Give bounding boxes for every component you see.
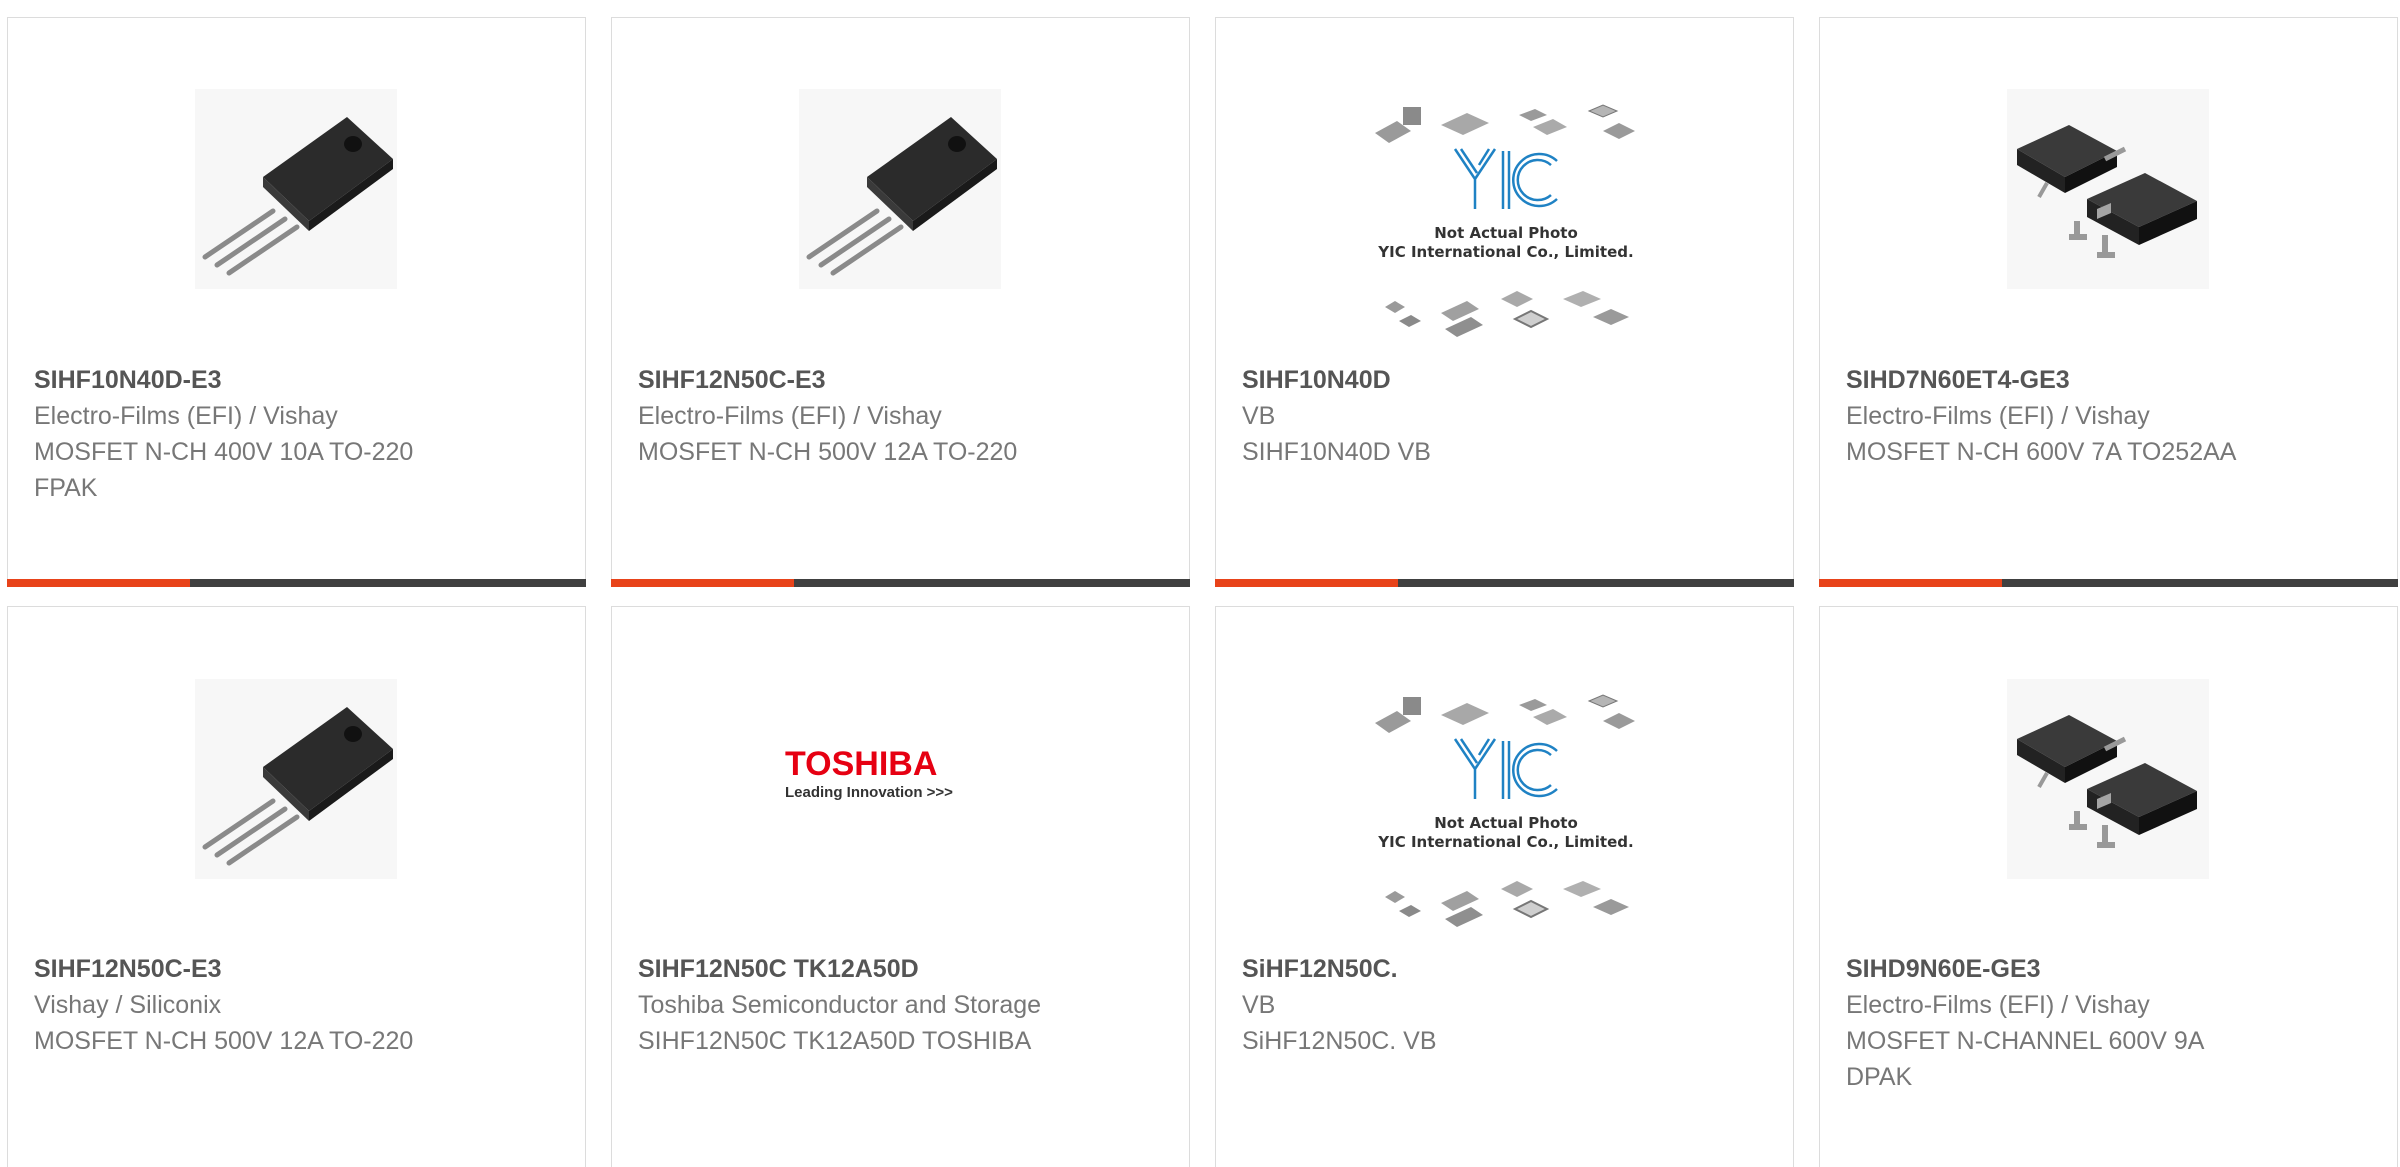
product-info: SIHF10N40D VB SIHF10N40D VB: [1242, 362, 1652, 470]
manufacturer: Electro-Films (EFI) / Vishay: [638, 402, 942, 430]
part-number[interactable]: SIHF12N50C-E3: [34, 951, 444, 987]
part-number[interactable]: SiHF12N50C.: [1242, 951, 1652, 987]
manufacturer: VB: [1242, 402, 1276, 430]
toshiba-wordmark: TOSHIBA: [785, 747, 937, 783]
product-card[interactable]: Not Actual Photo YIC International Co., …: [1215, 17, 1794, 587]
description: MOSFET N-CHANNEL 600V 9A DPAK: [1846, 1027, 2204, 1091]
description: SIHF12N50C TK12A50D TOSHIBA: [638, 1027, 1032, 1055]
toshiba-tagline: Leading Innovation >>>: [785, 784, 953, 801]
to220-fpak-icon[interactable]: [195, 89, 397, 289]
product-card[interactable]: Not Actual Photo YIC International Co., …: [1215, 606, 1794, 1167]
card-accent: [611, 579, 794, 587]
product-info: SIHF10N40D-E3 Electro-Films (EFI) / Vish…: [34, 362, 444, 506]
manufacturer: Electro-Films (EFI) / Vishay: [1846, 402, 2150, 430]
card-bottom-bar: [1819, 579, 2398, 587]
product-card[interactable]: SIHF12N50C-E3 Vishay / Siliconix MOSFET …: [7, 606, 586, 1167]
part-number[interactable]: SIHD7N60ET4-GE3: [1846, 362, 2256, 398]
card-accent: [1819, 579, 2002, 587]
yic-caption-line1: Not Actual Photo: [1434, 814, 1578, 832]
card-accent: [7, 579, 190, 587]
manufacturer: Electro-Films (EFI) / Vishay: [1846, 991, 2150, 1019]
part-number[interactable]: SIHF12N50C TK12A50D: [638, 951, 1048, 987]
description: MOSFET N-CH 500V 12A TO-220: [34, 1027, 414, 1055]
product-card[interactable]: SIHF10N40D-E3 Electro-Films (EFI) / Vish…: [7, 17, 586, 587]
yic-placeholder-image[interactable]: Not Actual Photo YIC International Co., …: [1371, 693, 1641, 933]
manufacturer: VB: [1242, 991, 1276, 1019]
description: MOSFET N-CH 500V 12A TO-220: [638, 438, 1018, 466]
manufacturer: Electro-Films (EFI) / Vishay: [34, 402, 338, 430]
product-info: SiHF12N50C. VB SiHF12N50C. VB: [1242, 951, 1652, 1059]
product-card[interactable]: SIHD9N60E-GE3 Electro-Films (EFI) / Vish…: [1819, 606, 2398, 1167]
yic-caption-line2: YIC International Co., Limited.: [1377, 243, 1633, 261]
manufacturer: Toshiba Semiconductor and Storage: [638, 991, 1042, 1019]
product-info: SIHD9N60E-GE3 Electro-Films (EFI) / Vish…: [1846, 951, 2256, 1095]
product-info: SIHF12N50C-E3 Vishay / Siliconix MOSFET …: [34, 951, 444, 1059]
part-number[interactable]: SIHD9N60E-GE3: [1846, 951, 2256, 987]
product-card[interactable]: SIHD7N60ET4-GE3 Electro-Films (EFI) / Vi…: [1819, 17, 2398, 587]
product-grid: SIHF10N40D-E3 Electro-Films (EFI) / Vish…: [0, 0, 2400, 1167]
product-card[interactable]: SIHF12N50C-E3 Electro-Films (EFI) / Vish…: [611, 17, 1190, 587]
description: SiHF12N50C. VB: [1242, 1027, 1437, 1055]
card-bottom-bar: [1215, 579, 1794, 587]
dpak-icon[interactable]: [2007, 89, 2209, 289]
dpak-icon[interactable]: [2007, 679, 2209, 879]
part-number[interactable]: SIHF10N40D: [1242, 362, 1652, 398]
part-number[interactable]: SIHF10N40D-E3: [34, 362, 444, 398]
product-info: SIHD7N60ET4-GE3 Electro-Films (EFI) / Vi…: [1846, 362, 2256, 470]
card-bottom-bar: [7, 579, 586, 587]
description: MOSFET N-CH 600V 7A TO252AA: [1846, 438, 2237, 466]
card-accent: [1215, 579, 1398, 587]
description: MOSFET N-CH 400V 10A TO-220 FPAK: [34, 438, 414, 502]
yic-caption-line1: Not Actual Photo: [1434, 224, 1578, 242]
product-info: SIHF12N50C-E3 Electro-Films (EFI) / Vish…: [638, 362, 1048, 470]
manufacturer: Vishay / Siliconix: [34, 991, 222, 1019]
card-bottom-bar: [611, 579, 1190, 587]
toshiba-logo[interactable]: TOSHIBA Leading Innovation >>>: [782, 745, 1002, 807]
description: SIHF10N40D VB: [1242, 438, 1431, 466]
yic-placeholder-image[interactable]: Not Actual Photo YIC International Co., …: [1371, 103, 1641, 343]
part-number[interactable]: SIHF12N50C-E3: [638, 362, 1048, 398]
yic-caption-line2: YIC International Co., Limited.: [1377, 833, 1633, 851]
product-info: SIHF12N50C TK12A50D Toshiba Semiconducto…: [638, 951, 1048, 1059]
to220-fpak-icon[interactable]: [195, 679, 397, 879]
to220-fpak-icon[interactable]: [799, 89, 1001, 289]
product-card[interactable]: TOSHIBA Leading Innovation >>> SIHF12N50…: [611, 606, 1190, 1167]
